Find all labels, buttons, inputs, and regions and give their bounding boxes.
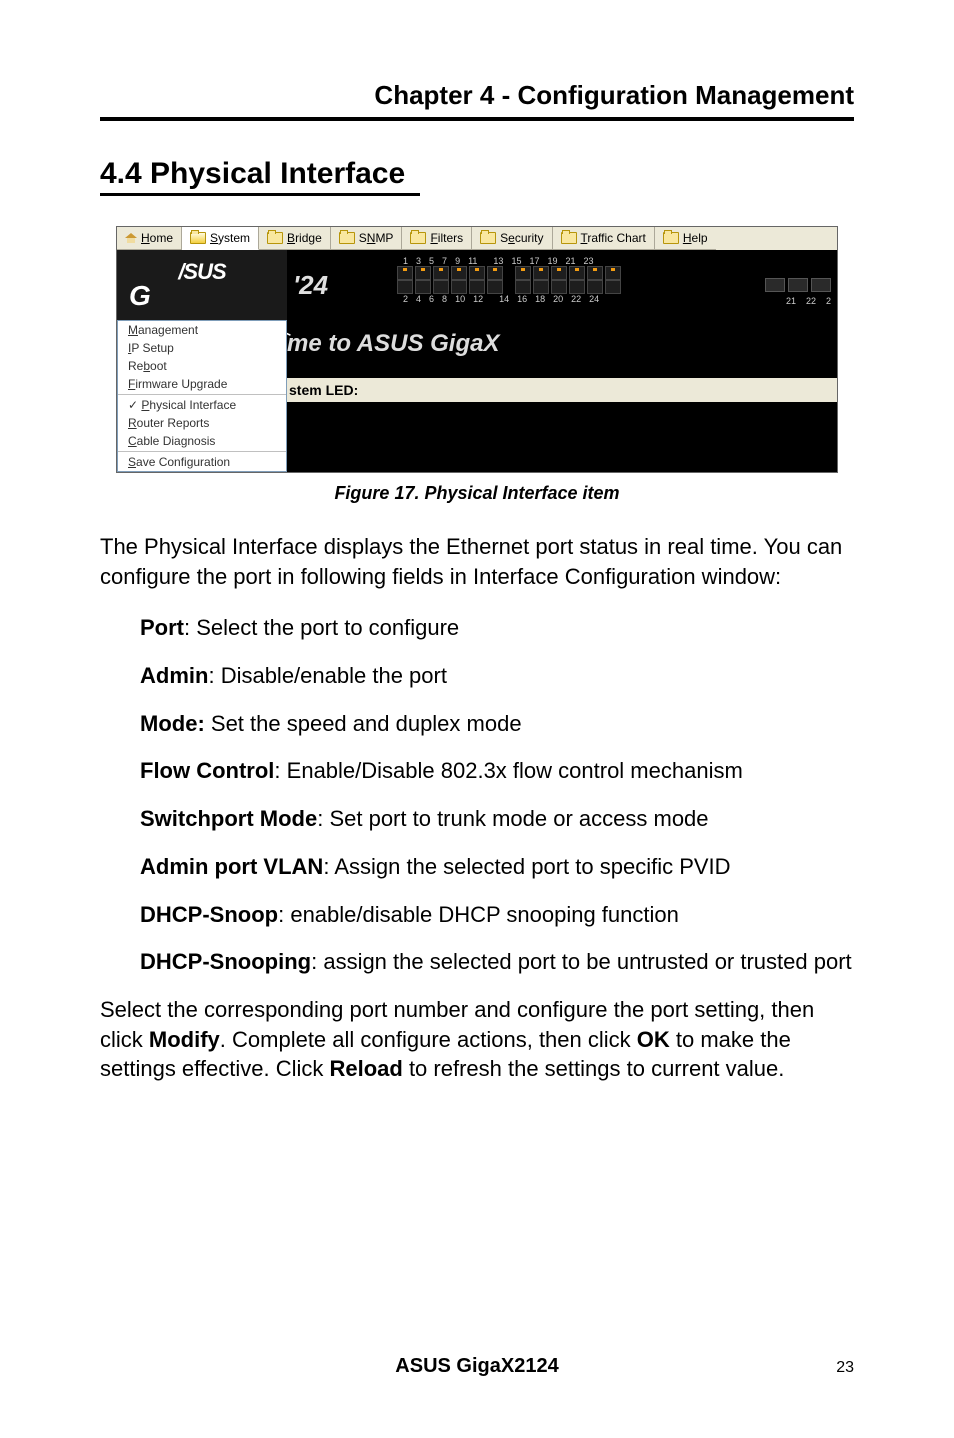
dd-item-firmware-upgrade[interactable]: Firmware Upgrade (118, 375, 286, 393)
dd-item-management[interactable]: Management (118, 321, 286, 339)
menu-help-label: Help (683, 231, 708, 245)
folder-open-icon (190, 232, 206, 244)
param-switchport-mode: Switchport Mode: Set port to trunk mode … (140, 804, 854, 834)
param-admin-port-vlan: Admin port VLAN: Assign the selected por… (140, 852, 854, 882)
port[interactable] (569, 280, 585, 294)
port[interactable] (451, 266, 467, 280)
menu-snmp[interactable]: SNMP (331, 227, 403, 250)
menu-bridge-label: Bridge (287, 231, 322, 245)
dd-separator (118, 394, 286, 395)
welcome-text-fragment: me to ASUS GigaX (287, 330, 499, 358)
footer-page-number: 23 (814, 1359, 854, 1377)
section-heading-underline (100, 193, 420, 196)
brand-logo: /SUS G (117, 250, 287, 320)
port[interactable] (587, 280, 603, 294)
param-dhcp-snooping: DHCP-Snooping: assign the selected port … (140, 947, 854, 977)
figure-caption: Figure 17. Physical Interface item (100, 483, 854, 504)
dd-item-save-configuration[interactable]: Save Configuration (118, 453, 286, 471)
page-footer: ASUS GigaX2124 23 (100, 1355, 854, 1378)
port[interactable] (487, 266, 503, 280)
port[interactable] (451, 280, 467, 294)
param-port: Port: Select the port to configure (140, 613, 854, 643)
port[interactable] (433, 266, 449, 280)
model-label: '24 (293, 270, 328, 301)
port[interactable] (397, 266, 413, 280)
port[interactable] (487, 280, 503, 294)
port[interactable] (515, 280, 531, 294)
folder-icon (339, 232, 355, 244)
param-flow-control: Flow Control: Enable/Disable 802.3x flow… (140, 756, 854, 786)
dd-item-ip-setup[interactable]: IP Setup (118, 339, 286, 357)
sfp-port-numbers: 21 22 2 (786, 296, 831, 306)
param-mode: Mode: Set the speed and duplex mode (140, 709, 854, 739)
port-strip: 1 3 5 7 9 11 13 15 17 19 21 23 (397, 256, 827, 316)
port[interactable] (515, 266, 531, 280)
port[interactable] (551, 266, 567, 280)
ports-bottom-row (397, 280, 827, 294)
folder-icon (663, 232, 679, 244)
chapter-heading: Chapter 4 - Configuration Management (100, 80, 854, 111)
menu-home-label: Home (141, 231, 173, 245)
outro-paragraph: Select the corresponding port number and… (100, 995, 854, 1084)
intro-paragraph: The Physical Interface displays the Ethe… (100, 532, 854, 591)
port[interactable] (569, 266, 585, 280)
folder-icon (480, 232, 496, 244)
system-dropdown: Management IP Setup Reboot Firmware Upgr… (117, 320, 287, 472)
menu-bridge[interactable]: Bridge (259, 227, 331, 250)
section-heading: 4.4 Physical Interface (100, 157, 854, 191)
port[interactable] (469, 280, 485, 294)
sfp-port[interactable] (788, 278, 808, 292)
folder-icon (410, 232, 426, 244)
port[interactable] (415, 266, 431, 280)
menu-filters[interactable]: Filters (402, 227, 472, 250)
parameter-list: Port: Select the port to configure Admin… (100, 613, 854, 977)
port[interactable] (605, 280, 621, 294)
menu-traffic-chart[interactable]: Traffic Chart (553, 227, 655, 250)
sfp-ports (765, 278, 831, 292)
port[interactable] (605, 266, 621, 280)
figure-screenshot: Home System Bridge SNMP Filters Security (116, 226, 838, 473)
dd-item-reboot[interactable]: Reboot (118, 357, 286, 375)
dd-item-physical-interface[interactable]: Physical Interface (118, 396, 286, 414)
menu-help[interactable]: Help (655, 227, 716, 250)
brand-g-text: G (129, 283, 151, 308)
port[interactable] (469, 266, 485, 280)
footer-product: ASUS GigaX2124 (140, 1355, 814, 1378)
folder-icon (267, 232, 283, 244)
menu-home[interactable]: Home (117, 227, 182, 250)
menu-filters-label: Filters (430, 231, 463, 245)
port[interactable] (551, 280, 567, 294)
system-led-label-fragment: stem LED: (287, 378, 837, 402)
port[interactable] (587, 266, 603, 280)
param-admin: Admin: Disable/enable the port (140, 661, 854, 691)
chapter-rule (100, 117, 854, 121)
menu-snmp-label: SNMP (359, 231, 394, 245)
menu-security-label: Security (500, 231, 543, 245)
sfp-port[interactable] (765, 278, 785, 292)
port[interactable] (433, 280, 449, 294)
menu-security[interactable]: Security (472, 227, 552, 250)
brand-asus-text: /SUS (178, 261, 225, 283)
port[interactable] (533, 266, 549, 280)
home-icon (125, 233, 137, 243)
menu-system-label: System (210, 231, 250, 245)
dd-separator (118, 451, 286, 452)
port[interactable] (533, 280, 549, 294)
ports-top-row (397, 266, 827, 280)
port-numbers-top: 1 3 5 7 9 11 13 15 17 19 21 23 (403, 256, 827, 266)
port-numbers-bottom: 2 4 6 8 10 12 14 16 18 20 22 24 (403, 294, 827, 304)
port[interactable] (397, 280, 413, 294)
param-dhcp-snoop: DHCP-Snoop: enable/disable DHCP snooping… (140, 900, 854, 930)
dd-item-cable-diagnosis[interactable]: Cable Diagnosis (118, 432, 286, 450)
menu-traffic-chart-label: Traffic Chart (581, 231, 646, 245)
switch-panel: '24 1 3 5 7 9 11 13 15 17 19 21 23 (287, 250, 837, 472)
dd-item-router-reports[interactable]: Router Reports (118, 414, 286, 432)
sfp-port[interactable] (811, 278, 831, 292)
menu-bar: Home System Bridge SNMP Filters Security (117, 227, 837, 250)
menu-system[interactable]: System (182, 227, 259, 250)
folder-icon (561, 232, 577, 244)
port[interactable] (415, 280, 431, 294)
